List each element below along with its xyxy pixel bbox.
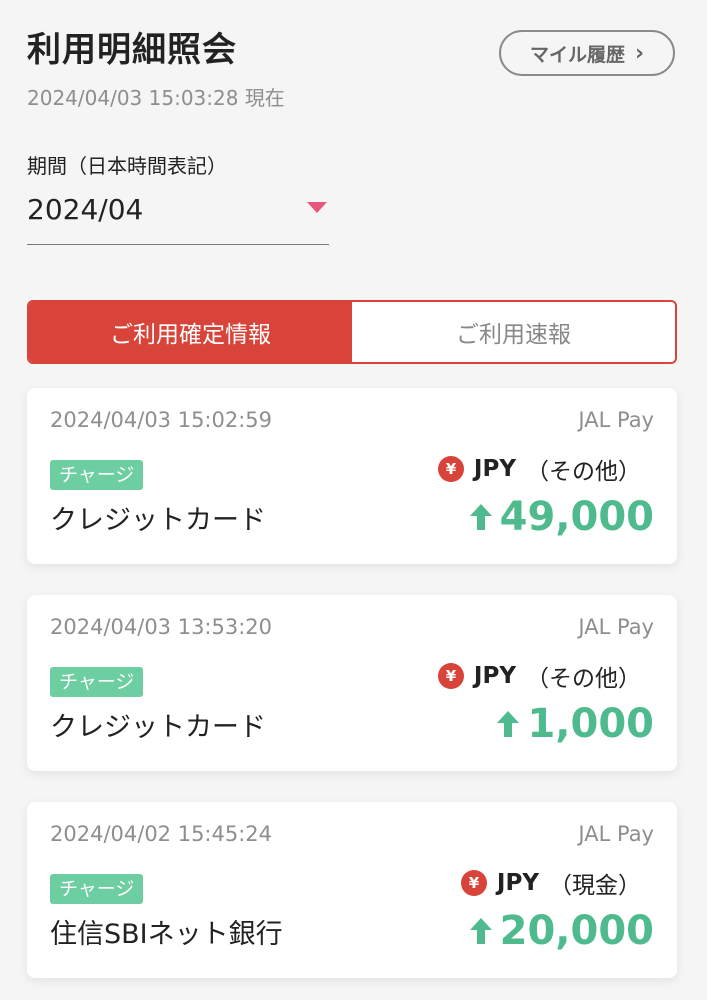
tab-confirmed[interactable]: ご利用確定情報 <box>29 302 352 362</box>
period-value: 2024/04 <box>27 193 144 226</box>
period-label: 期間（日本時間表記） <box>27 154 227 178</box>
arrow-up-icon <box>497 711 520 737</box>
transaction-datetime: 2024/04/03 13:53:20 <box>50 615 273 639</box>
amount-value: 20,000 <box>499 908 654 954</box>
transaction-card[interactable]: 2024/04/02 15:45:24 JAL Pay チャージ 住信SBIネッ… <box>27 802 677 978</box>
as-of-timestamp: 2024/04/03 15:03:28 現在 <box>27 86 285 110</box>
transaction-amount: 49,000 <box>468 494 654 540</box>
currency-code: JPY <box>496 870 539 896</box>
transaction-amount: 20,000 <box>468 908 654 954</box>
chevron-right-icon: › <box>634 40 645 66</box>
yen-icon: ¥ <box>437 456 464 482</box>
amount-value: 49,000 <box>499 494 654 540</box>
currency-info: ¥ JPY （その他） <box>437 659 641 693</box>
yen-icon: ¥ <box>437 663 464 689</box>
yen-icon: ¥ <box>460 870 487 896</box>
currency-code: JPY <box>473 663 516 689</box>
page-title: 利用明細照会 <box>27 30 237 70</box>
transaction-amount: 1,000 <box>495 701 654 747</box>
transaction-source: クレジットカード <box>50 712 266 743</box>
charge-badge: チャージ <box>50 874 144 904</box>
mile-history-button[interactable]: マイル履歴 › <box>499 30 675 76</box>
currency-info: ¥ JPY （その他） <box>437 452 641 486</box>
charge-badge: チャージ <box>50 460 144 490</box>
transaction-source: 住信SBIネット銀行 <box>50 919 283 950</box>
payment-service: JAL Pay <box>578 615 654 639</box>
transaction-datetime: 2024/04/03 15:02:59 <box>50 408 273 432</box>
transaction-datetime: 2024/04/02 15:45:24 <box>50 822 273 846</box>
transaction-card[interactable]: 2024/04/03 13:53:20 JAL Pay チャージ クレジットカー… <box>27 595 677 771</box>
currency-note: （現金） <box>549 873 641 899</box>
currency-info: ¥ JPY （現金） <box>460 866 641 900</box>
currency-code: JPY <box>473 456 516 482</box>
charge-badge: チャージ <box>50 667 144 697</box>
amount-value: 1,000 <box>527 701 654 747</box>
arrow-up-icon <box>469 918 492 944</box>
payment-service: JAL Pay <box>578 822 654 846</box>
payment-service: JAL Pay <box>578 408 654 432</box>
currency-note: （その他） <box>526 459 641 485</box>
mile-history-label: マイル履歴 <box>529 43 625 66</box>
transaction-source: クレジットカード <box>50 505 266 536</box>
transaction-card[interactable]: 2024/04/03 15:02:59 JAL Pay チャージ クレジットカー… <box>27 388 677 564</box>
dropdown-arrow-icon <box>307 202 327 213</box>
arrow-up-icon <box>469 504 492 530</box>
tab-preliminary[interactable]: ご利用速報 <box>352 302 675 362</box>
tab-bar: ご利用確定情報 ご利用速報 <box>27 300 677 364</box>
currency-note: （その他） <box>526 666 641 692</box>
period-select[interactable]: 2024/04 <box>27 185 329 245</box>
